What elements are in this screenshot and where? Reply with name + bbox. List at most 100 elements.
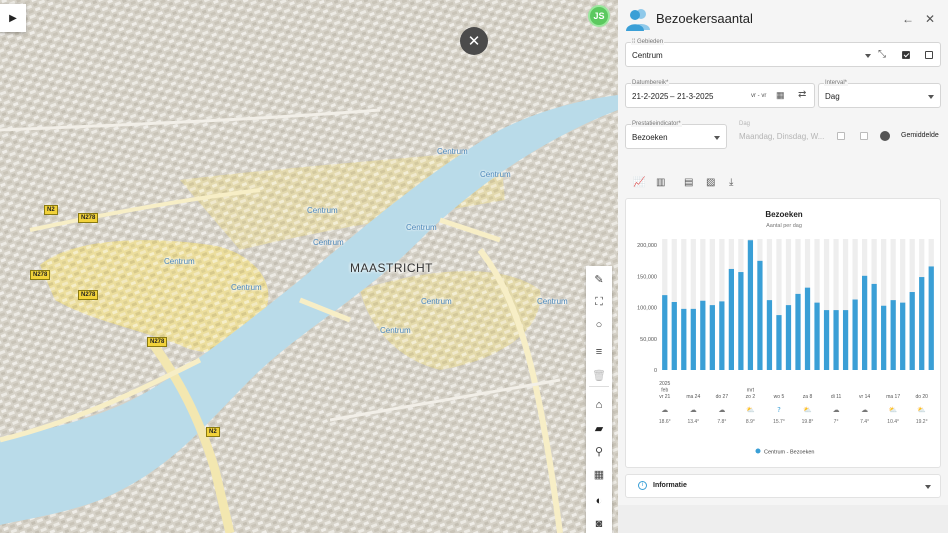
- person-pin-icon: ⚲: [594, 445, 604, 458]
- play-arrow-icon: ▶: [9, 12, 17, 24]
- map-view[interactable]: MAASTRICHT Centrum Centrum Centrum Centr…: [0, 0, 618, 533]
- partly-sunny-icon: ⛅: [889, 406, 898, 414]
- temperature-label: 8.9°: [746, 419, 755, 425]
- bar[interactable]: [747, 240, 754, 370]
- expand-panel-button[interactable]: ▶: [0, 4, 26, 32]
- prestatie-label: Prestatieindicator*: [631, 121, 682, 127]
- circle-tool-button[interactable]: ○: [586, 314, 612, 336]
- close-panel-button[interactable]: ✕: [922, 11, 938, 27]
- bar[interactable]: [852, 299, 858, 370]
- chevron-down-icon: [714, 136, 720, 140]
- bar[interactable]: [776, 315, 782, 370]
- chevron-down-icon: [865, 54, 871, 58]
- bar[interactable]: [766, 300, 773, 370]
- bar[interactable]: [900, 302, 906, 370]
- bar[interactable]: [719, 301, 725, 370]
- datumbereik-field[interactable]: Datumbereik* 21-2-2025 – 21-3-2025 vr - …: [625, 80, 815, 108]
- download-icon[interactable]: ⤓: [729, 177, 733, 188]
- bar[interactable]: [804, 287, 811, 370]
- bar[interactable]: [814, 302, 820, 370]
- home-tool-button[interactable]: ⌂: [586, 394, 612, 416]
- person-pin-tool-button[interactable]: ⚲: [586, 440, 612, 462]
- bar[interactable]: [842, 310, 849, 370]
- interval-field[interactable]: Interval* Dag: [818, 80, 941, 108]
- map-tool-strip: ✎ ⛶ ○ ≡ 🗑 ⌂ ▰ ⚲ ▦ ◐ ◙: [586, 266, 612, 533]
- prestatie-field[interactable]: Prestatieindicator* Bezoeken: [625, 121, 727, 149]
- line-chart-icon[interactable]: 📈: [633, 177, 645, 188]
- bar[interactable]: [662, 295, 668, 370]
- gebieden-checkbox-2[interactable]: [925, 51, 933, 59]
- image-icon[interactable]: ▨: [706, 177, 715, 188]
- area-label: Centrum: [406, 223, 437, 232]
- bar[interactable]: [862, 275, 868, 370]
- bar[interactable]: [690, 308, 696, 370]
- bar[interactable]: [928, 266, 934, 370]
- bar[interactable]: [709, 305, 715, 370]
- chart-subtitle: Aantal per dag: [766, 223, 802, 229]
- home-icon: ⌂: [595, 399, 603, 411]
- x-tick-label: zo 2: [746, 394, 756, 400]
- area-label: Centrum: [380, 326, 411, 335]
- calendar-icon[interactable]: ▦: [776, 90, 785, 101]
- bar[interactable]: [681, 308, 687, 370]
- area-label: Centrum: [480, 170, 511, 179]
- interval-value: Dag: [825, 92, 840, 101]
- arrow-left-icon: ←: [902, 12, 914, 26]
- bar[interactable]: [700, 300, 706, 370]
- bar[interactable]: [909, 292, 915, 370]
- dag-checkbox[interactable]: [837, 132, 845, 140]
- bar[interactable]: [919, 277, 925, 370]
- informatie-label: Informatie: [653, 482, 687, 489]
- grid-tool-button[interactable]: ▦: [586, 463, 612, 485]
- x-tick-label: za 8: [803, 394, 813, 400]
- area-label: Centrum: [307, 206, 338, 215]
- bar[interactable]: [757, 260, 763, 370]
- polygon-tool-button[interactable]: ⛶: [586, 291, 612, 313]
- table-icon[interactable]: ▤: [684, 177, 693, 188]
- avatar[interactable]: JS: [588, 5, 610, 27]
- back-button[interactable]: ←: [900, 11, 916, 27]
- road-shield: N278: [78, 213, 99, 223]
- area-label: Centrum: [231, 283, 262, 292]
- close-icon: ✕: [467, 33, 481, 50]
- map-canvas[interactable]: [0, 0, 618, 533]
- camera-tool-button[interactable]: ◙: [586, 513, 612, 533]
- bar[interactable]: [738, 272, 744, 370]
- bar[interactable]: [833, 310, 839, 370]
- close-overlay-button[interactable]: ✕: [460, 27, 488, 55]
- gebieden-field[interactable]: ⁞⁞ Gebieden Centrum ⤡: [625, 39, 941, 67]
- trash-tool-button[interactable]: 🗑: [586, 364, 612, 386]
- date-days: vr - vr: [751, 93, 767, 99]
- temperature-label: 13.4°: [687, 419, 699, 425]
- comment-tool-button[interactable]: ▰: [586, 417, 612, 439]
- informatie-accordion[interactable]: i Informatie: [625, 474, 941, 498]
- bar[interactable]: [671, 302, 677, 370]
- bar[interactable]: [871, 283, 877, 370]
- list-icon: ≡: [595, 346, 603, 358]
- bar[interactable]: [795, 293, 801, 370]
- date-start: 21-2-2025: [632, 92, 669, 101]
- bar-chart-icon[interactable]: ▥: [656, 177, 665, 188]
- x-tick-label: wo 5: [774, 394, 785, 400]
- circle-icon: ○: [595, 319, 603, 331]
- list-tool-button[interactable]: ≡: [586, 341, 612, 363]
- side-panel: Bezoekersaantal ← ✕ ⁞⁞ Gebieden Centrum …: [618, 0, 948, 533]
- collapse-arrows-icon[interactable]: ⤡: [878, 49, 886, 60]
- minus-circle-icon[interactable]: [880, 131, 890, 141]
- chart-toolbar: 📈 ▥ ▤ ▨ ⤓: [625, 170, 941, 196]
- contrast-tool-button[interactable]: ◐: [586, 490, 612, 512]
- dag-checkbox-2[interactable]: [860, 132, 868, 140]
- bar[interactable]: [890, 300, 896, 370]
- gebieden-checkbox-1[interactable]: [902, 51, 910, 59]
- city-label: MAASTRICHT: [350, 261, 433, 275]
- ruler-tool-button[interactable]: ✎: [586, 268, 612, 290]
- x-tick-label: do 20: [915, 394, 928, 400]
- date-separator: –: [670, 92, 675, 101]
- bar[interactable]: [823, 310, 830, 370]
- bar[interactable]: [785, 305, 792, 370]
- swap-icon[interactable]: ⇄: [798, 89, 806, 100]
- bar[interactable]: [881, 305, 887, 370]
- bar[interactable]: [728, 268, 734, 370]
- temperature-label: 19.2°: [916, 419, 928, 425]
- legend-label[interactable]: Centrum - Bezoeken: [764, 450, 814, 456]
